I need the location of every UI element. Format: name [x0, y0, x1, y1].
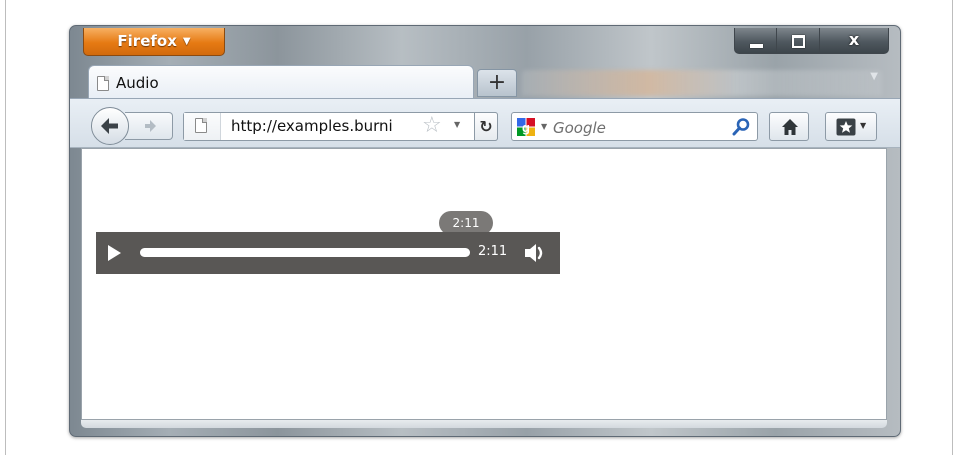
- bookmark-star-icon[interactable]: ☆: [422, 114, 442, 138]
- history-dropdown-icon[interactable]: ▼: [454, 120, 460, 129]
- tab-strip: Audio + ▼: [70, 62, 900, 100]
- page-content: 2:11 2:11: [81, 148, 887, 420]
- background-tabs: [522, 70, 882, 96]
- close-button[interactable]: x: [820, 28, 889, 54]
- forward-button[interactable]: [125, 112, 173, 140]
- back-arrow-icon: [101, 118, 118, 134]
- volume-icon[interactable]: [524, 242, 546, 264]
- url-bar[interactable]: http://examples.burni ☆ ▼: [183, 112, 498, 141]
- progress-track[interactable]: [140, 248, 470, 257]
- search-bar[interactable]: g ▼: [511, 112, 758, 141]
- time-display: 2:11: [478, 244, 508, 259]
- firefox-menu-button[interactable]: Firefox ▼: [83, 28, 225, 56]
- window-bottom-edge: [81, 420, 887, 428]
- new-tab-button[interactable]: +: [477, 69, 517, 97]
- reload-button[interactable]: ↻: [474, 112, 498, 141]
- svg-text:g: g: [522, 120, 530, 135]
- search-icon[interactable]: [731, 117, 751, 137]
- forward-arrow-icon: [145, 120, 156, 132]
- page-icon: [97, 76, 109, 91]
- window-controls: x: [734, 28, 889, 54]
- minimize-icon: [750, 44, 763, 48]
- maximize-button[interactable]: [777, 28, 820, 54]
- play-icon[interactable]: [108, 245, 121, 261]
- tab-list-icon[interactable]: ▼: [870, 71, 878, 82]
- firefox-menu-label: Firefox: [117, 32, 177, 50]
- home-icon: [782, 119, 798, 135]
- tab-title: Audio: [116, 74, 159, 92]
- navigation-toolbar: http://examples.burni ☆ ▼ ↻ g ▼ Google ▼: [70, 98, 900, 148]
- bookmarks-button[interactable]: ▼: [825, 112, 877, 141]
- browser-window: Firefox ▼ x Audio + ▼ http://examples.bu…: [69, 25, 901, 437]
- close-icon: x: [848, 30, 860, 49]
- back-button[interactable]: [91, 107, 129, 145]
- maximize-icon: [792, 35, 805, 48]
- home-button[interactable]: [769, 112, 809, 141]
- tab-audio[interactable]: Audio: [88, 65, 474, 100]
- minimize-button[interactable]: [734, 28, 777, 54]
- chevron-down-icon: ▼: [182, 36, 191, 47]
- site-identity-button[interactable]: [184, 113, 221, 140]
- reload-icon: ↻: [479, 117, 493, 136]
- bookmarks-dropdown-icon: ▼: [860, 121, 867, 130]
- search-input[interactable]: [551, 115, 725, 140]
- google-engine-icon[interactable]: g: [516, 117, 536, 137]
- page-icon: [195, 118, 207, 133]
- engine-dropdown-icon[interactable]: ▼: [541, 122, 547, 131]
- title-bar: Firefox ▼ x: [70, 26, 900, 62]
- bookmarks-icon: [836, 118, 856, 136]
- url-text: http://examples.burni: [231, 117, 393, 135]
- audio-player: 2:11: [96, 232, 560, 274]
